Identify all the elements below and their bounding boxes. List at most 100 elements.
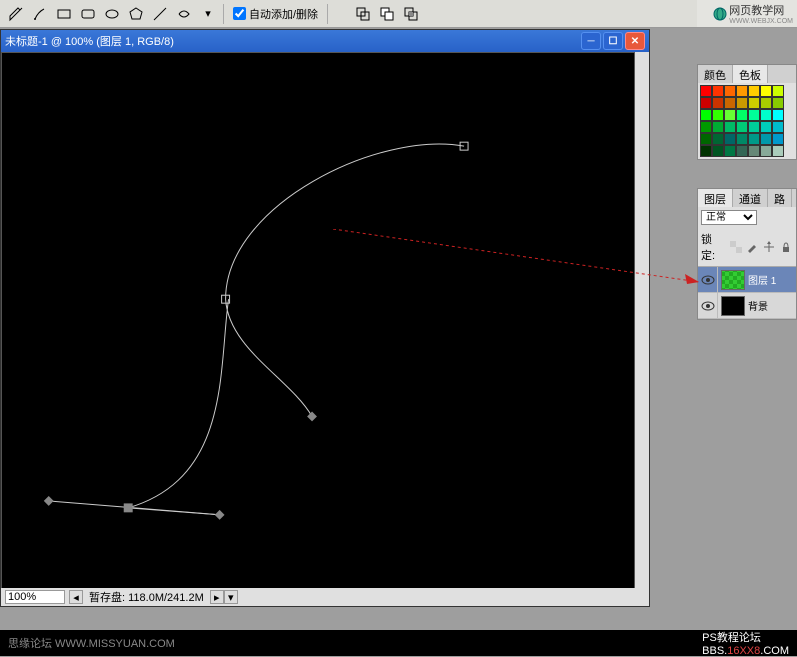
tab-color[interactable]: 颜色 (698, 65, 733, 83)
layers-panel: 图层 通道 路 正常 锁定: 图层 1 背景 (697, 188, 797, 320)
swatch[interactable] (712, 109, 724, 121)
layer-row[interactable]: 图层 1 (698, 267, 796, 293)
swatch[interactable] (724, 109, 736, 121)
swatch[interactable] (772, 97, 784, 109)
swatch[interactable] (712, 121, 724, 133)
swatch[interactable] (712, 85, 724, 97)
swatch[interactable] (700, 109, 712, 121)
close-button[interactable]: ✕ (625, 32, 645, 50)
swatch[interactable] (760, 85, 772, 97)
swatch[interactable] (724, 133, 736, 145)
tab-paths[interactable]: 路 (768, 189, 792, 207)
tab-channels[interactable]: 通道 (733, 189, 768, 207)
footer-left: 思缘论坛 WWW.MISSYUAN.COM (8, 635, 175, 651)
swatch-grid (698, 83, 796, 159)
pen-tool-icon[interactable] (5, 3, 27, 25)
swatch[interactable] (760, 133, 772, 145)
separator (223, 4, 224, 24)
swatch[interactable] (736, 97, 748, 109)
layer-name: 图层 1 (748, 272, 776, 287)
swatch[interactable] (736, 109, 748, 121)
swatch[interactable] (760, 145, 772, 157)
shape-rect-icon[interactable] (53, 3, 75, 25)
doc-menu-icon[interactable]: ▾ (224, 590, 238, 604)
options-toolbar: ▾ 自动添加/删除 (0, 0, 797, 28)
visibility-eye-icon[interactable] (698, 293, 718, 318)
doc-next-icon[interactable]: ▸ (210, 590, 224, 604)
swatch[interactable] (724, 85, 736, 97)
swatch[interactable] (700, 85, 712, 97)
swatch[interactable] (748, 121, 760, 133)
blend-mode-select[interactable]: 正常 (701, 210, 757, 225)
shape-ellipse-icon[interactable] (101, 3, 123, 25)
swatch[interactable] (748, 109, 760, 121)
swatch[interactable] (712, 97, 724, 109)
logo-text: 网页教学网 (729, 2, 793, 18)
doc-prev-icon[interactable]: ◂ (69, 590, 83, 604)
swatch[interactable] (772, 121, 784, 133)
auto-add-delete-input[interactable] (233, 7, 246, 20)
minimize-button[interactable]: ─ (581, 32, 601, 50)
path-combine-subtract-icon[interactable] (376, 3, 398, 25)
document-window: 未标题-1 @ 100% (图层 1, RGB/8) ─ ☐ ✕ 100% ◂ … (0, 29, 650, 607)
status-text: 暂存盘: 118.0M/241.2M (89, 589, 204, 605)
swatch[interactable] (736, 133, 748, 145)
lock-move-icon[interactable] (762, 240, 776, 254)
path-combine-add-icon[interactable] (352, 3, 374, 25)
footer-right: PS教程论坛 BBS.16XX8.COM (702, 629, 789, 657)
swatch[interactable] (748, 85, 760, 97)
swatch[interactable] (700, 121, 712, 133)
swatch[interactable] (760, 97, 772, 109)
footer: 思缘论坛 WWW.MISSYUAN.COM PS教程论坛 BBS.16XX8.C… (0, 630, 797, 656)
swatch[interactable] (724, 121, 736, 133)
swatch[interactable] (772, 109, 784, 121)
swatch[interactable] (700, 133, 712, 145)
layer-row[interactable]: 背景 (698, 293, 796, 319)
lock-transparent-icon[interactable] (729, 240, 743, 254)
layer-list: 图层 1 背景 (698, 267, 796, 319)
canvas[interactable] (1, 52, 635, 606)
zoom-percentage[interactable]: 100% (5, 590, 65, 604)
swatch[interactable] (712, 145, 724, 157)
swatch[interactable] (712, 133, 724, 145)
auto-add-delete-checkbox[interactable]: 自动添加/删除 (233, 6, 318, 22)
swatch[interactable] (748, 97, 760, 109)
lock-all-icon[interactable] (779, 240, 793, 254)
swatch[interactable] (748, 145, 760, 157)
tab-swatches[interactable]: 色板 (733, 65, 768, 83)
path-combine-intersect-icon[interactable] (400, 3, 422, 25)
freeform-pen-icon[interactable] (29, 3, 51, 25)
layer-thumbnail (721, 296, 745, 316)
lock-brush-icon[interactable] (746, 240, 760, 254)
right-panels: 网页教学网 WWW.WEBJX.COM 颜色 色板 图层 通道 路 正常 锁定: (697, 0, 797, 656)
shape-line-icon[interactable] (149, 3, 171, 25)
lock-row: 锁定: (698, 228, 796, 267)
swatch[interactable] (748, 133, 760, 145)
swatch[interactable] (772, 133, 784, 145)
dropdown-arrow-icon[interactable]: ▾ (197, 3, 219, 25)
layer-name: 背景 (748, 298, 768, 313)
swatch[interactable] (724, 97, 736, 109)
swatch[interactable] (760, 121, 772, 133)
swatch[interactable] (736, 85, 748, 97)
shape-roundrect-icon[interactable] (77, 3, 99, 25)
document-titlebar[interactable]: 未标题-1 @ 100% (图层 1, RGB/8) ─ ☐ ✕ (1, 30, 649, 52)
swatch[interactable] (736, 145, 748, 157)
shape-custom-icon[interactable] (173, 3, 195, 25)
lock-label: 锁定: (701, 231, 726, 263)
swatch[interactable] (700, 97, 712, 109)
swatch[interactable] (772, 85, 784, 97)
swatch[interactable] (700, 145, 712, 157)
visibility-eye-icon[interactable] (698, 267, 718, 292)
shape-polygon-icon[interactable] (125, 3, 147, 25)
logo-sub: WWW.WEBJX.COM (729, 18, 793, 25)
tab-layers[interactable]: 图层 (698, 189, 733, 207)
document-title: 未标题-1 @ 100% (图层 1, RGB/8) (5, 33, 581, 49)
auto-add-delete-label: 自动添加/删除 (249, 6, 318, 22)
swatch[interactable] (736, 121, 748, 133)
maximize-button[interactable]: ☐ (603, 32, 623, 50)
globe-icon (713, 7, 727, 21)
swatch[interactable] (760, 109, 772, 121)
swatch[interactable] (724, 145, 736, 157)
swatch[interactable] (772, 145, 784, 157)
